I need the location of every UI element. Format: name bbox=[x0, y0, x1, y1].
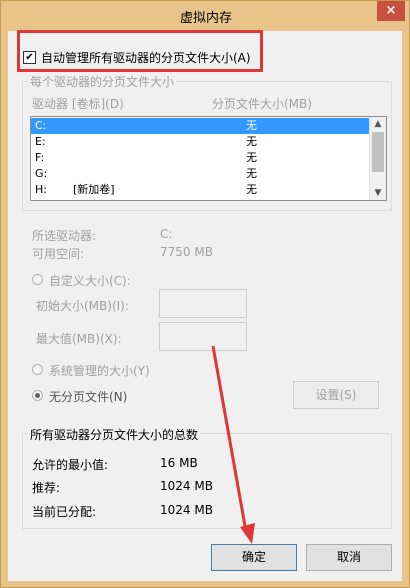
drive-paging-size: 无 bbox=[246, 151, 257, 164]
set-button[interactable]: 设置(S) bbox=[293, 381, 379, 409]
custom-size-label[interactable]: 自定义大小(C): bbox=[49, 272, 131, 289]
column-header-size: 分页文件大小(MB) bbox=[212, 97, 312, 111]
system-managed-label[interactable]: 系统管理的大小(Y) bbox=[49, 362, 150, 379]
currently-allocated-value: 1024 MB bbox=[160, 503, 213, 517]
scroll-thumb[interactable] bbox=[372, 132, 384, 172]
min-allowed-label: 允许的最小值: bbox=[32, 458, 109, 472]
drive-volume-label: [新加卷] bbox=[73, 183, 115, 196]
scroll-down-icon[interactable]: ▼ bbox=[370, 186, 386, 200]
drives-list-scrollbar[interactable]: ▲ ▼ bbox=[369, 117, 386, 200]
drive-row-f[interactable]: F: 无 bbox=[31, 150, 371, 166]
window-title: 虚拟内存 bbox=[179, 11, 232, 26]
totals-group-title: 所有驱动器分页文件大小的总数 bbox=[28, 426, 201, 443]
initial-size-label: 初始大小(MB)(I): bbox=[36, 299, 129, 313]
drive-paging-size: 无 bbox=[246, 167, 257, 180]
no-paging-file-radio[interactable] bbox=[32, 390, 43, 401]
custom-size-radio[interactable] bbox=[32, 274, 43, 285]
drive-letter: E: bbox=[35, 135, 46, 148]
max-size-input[interactable] bbox=[159, 322, 247, 351]
auto-manage-label[interactable]: 自动管理所有驱动器的分页文件大小(A) bbox=[41, 49, 251, 66]
drive-row-h[interactable]: H: [新加卷] 无 bbox=[31, 182, 371, 198]
cancel-button[interactable]: 取消 bbox=[306, 544, 392, 571]
drive-row-g[interactable]: G: 无 bbox=[31, 166, 371, 182]
min-allowed-value: 16 MB bbox=[160, 456, 198, 470]
no-paging-file-label[interactable]: 无分页文件(N) bbox=[49, 388, 127, 405]
recommended-label: 推荐: bbox=[32, 481, 61, 495]
drives-list[interactable]: C: 无 E: 无 F: 无 G: 无 H: [新加卷] 无 ▲ ▼ bbox=[30, 116, 387, 201]
drive-letter: H: bbox=[35, 183, 47, 196]
currently-allocated-label: 当前已分配: bbox=[32, 505, 97, 519]
drive-paging-size: 无 bbox=[246, 135, 257, 148]
selected-drive-label: 所选驱动器: bbox=[32, 229, 97, 243]
drive-paging-size: 无 bbox=[246, 183, 257, 196]
drive-paging-size: 无 bbox=[246, 119, 257, 132]
checkbox-check-icon[interactable]: ✔ bbox=[23, 51, 36, 64]
scroll-up-icon[interactable]: ▲ bbox=[370, 117, 386, 131]
drives-group-title: 每个驱动器的分页文件大小 bbox=[28, 73, 177, 90]
selected-drive-value: C: bbox=[160, 227, 173, 241]
close-button[interactable]: × bbox=[377, 1, 405, 21]
ok-button[interactable]: 确定 bbox=[211, 544, 297, 571]
drive-row-e[interactable]: E: 无 bbox=[31, 134, 371, 150]
recommended-value: 1024 MB bbox=[160, 479, 213, 493]
initial-size-input[interactable] bbox=[159, 289, 247, 318]
max-size-label: 最大值(MB)(X): bbox=[36, 332, 122, 346]
free-space-label: 可用空间: bbox=[32, 247, 85, 261]
system-managed-radio[interactable] bbox=[32, 364, 43, 375]
title-bar: 虚拟内存 × bbox=[1, 1, 410, 31]
drive-letter: F: bbox=[35, 151, 45, 164]
drive-letter: G: bbox=[35, 167, 48, 180]
drive-letter: C: bbox=[35, 119, 47, 132]
column-header-drive: 驱动器 [卷标](D) bbox=[32, 97, 124, 111]
free-space-value: 7750 MB bbox=[160, 245, 213, 259]
drive-row-c[interactable]: C: 无 bbox=[31, 118, 371, 134]
